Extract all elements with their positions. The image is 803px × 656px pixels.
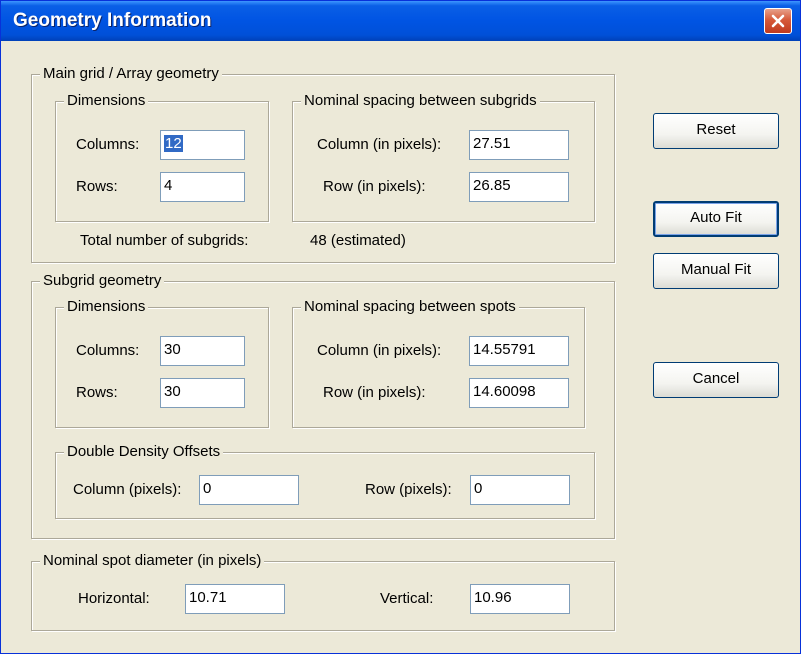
geometry-dialog: Geometry Information Main grid / Array g…	[0, 0, 801, 654]
subgrid-spacing-title: Nominal spacing between subgrids	[301, 92, 540, 110]
title-bar[interactable]: Geometry Information	[1, 1, 800, 41]
double-density-offsets-title: Double Density Offsets	[64, 443, 224, 461]
main-grid-group-title: Main grid / Array geometry	[40, 65, 222, 83]
double-density-offsets-group: Double Density Offsets Column (pixels): …	[55, 443, 595, 519]
subgrid-columns-label: Columns:	[76, 342, 140, 359]
spot-diameter-group: Nominal spot diameter (in pixels) Horizo…	[31, 552, 615, 631]
offset-column-label: Column (pixels):	[73, 481, 182, 498]
manual-fit-button[interactable]: Manual Fit	[653, 253, 779, 289]
main-grid-columns-label: Columns:	[76, 136, 140, 153]
reset-button[interactable]: Reset	[653, 113, 779, 149]
spot-column-spacing-input[interactable]: 14.55791	[469, 336, 569, 366]
subgrid-columns-input[interactable]: 30	[160, 336, 245, 366]
subgrid-rows-label: Rows:	[76, 384, 118, 401]
subgrid-group: Subgrid geometry Dimensions Columns: 30 …	[31, 272, 615, 539]
spot-column-spacing-label: Column (in pixels):	[317, 342, 442, 359]
subgrid-spacing-group: Nominal spacing between subgrids Column …	[292, 92, 595, 222]
window-title: Geometry Information	[13, 10, 212, 31]
spot-diameter-title: Nominal spot diameter (in pixels)	[40, 552, 265, 570]
subgrid-dimensions-title: Dimensions	[64, 298, 149, 316]
subgrid-column-spacing-label: Column (in pixels):	[317, 136, 442, 153]
subgrid-row-spacing-input[interactable]: 26.85	[469, 172, 569, 202]
main-grid-columns-input[interactable]: 12	[160, 130, 245, 160]
main-grid-dimensions-title: Dimensions	[64, 92, 149, 110]
close-button[interactable]	[764, 8, 792, 34]
spot-spacing-group: Nominal spacing between spots Column (in…	[292, 298, 585, 428]
main-grid-dimensions-group: Dimensions Columns: 12 Rows: 4	[55, 92, 269, 222]
auto-fit-button[interactable]: Auto Fit	[653, 201, 779, 237]
subgrid-column-spacing-input[interactable]: 27.51	[469, 130, 569, 160]
close-icon	[771, 14, 785, 28]
subgrid-row-spacing-label: Row (in pixels):	[323, 178, 426, 195]
subgrid-group-title: Subgrid geometry	[40, 272, 165, 290]
horizontal-diameter-label: Horizontal:	[78, 590, 150, 607]
spot-row-spacing-input[interactable]: 14.60098	[469, 378, 569, 408]
spot-row-spacing-label: Row (in pixels):	[323, 384, 426, 401]
offset-row-label: Row (pixels):	[365, 481, 452, 498]
total-subgrids-label: Total number of subgrids:	[80, 232, 249, 249]
offset-row-input[interactable]: 0	[470, 475, 570, 505]
subgrid-rows-input[interactable]: 30	[160, 378, 245, 408]
main-grid-rows-input[interactable]: 4	[160, 172, 245, 202]
main-grid-rows-label: Rows:	[76, 178, 118, 195]
offset-column-input[interactable]: 0	[199, 475, 299, 505]
horizontal-diameter-input[interactable]: 10.71	[185, 584, 285, 614]
total-subgrids-value: 48 (estimated)	[310, 232, 406, 249]
main-grid-group: Main grid / Array geometry Dimensions Co…	[31, 65, 615, 263]
cancel-button[interactable]: Cancel	[653, 362, 779, 398]
subgrid-dimensions-group: Dimensions Columns: 30 Rows: 30	[55, 298, 269, 428]
vertical-diameter-label: Vertical:	[380, 590, 434, 607]
spot-spacing-title: Nominal spacing between spots	[301, 298, 519, 316]
vertical-diameter-input[interactable]: 10.96	[470, 584, 570, 614]
dialog-body: Main grid / Array geometry Dimensions Co…	[4, 41, 797, 652]
